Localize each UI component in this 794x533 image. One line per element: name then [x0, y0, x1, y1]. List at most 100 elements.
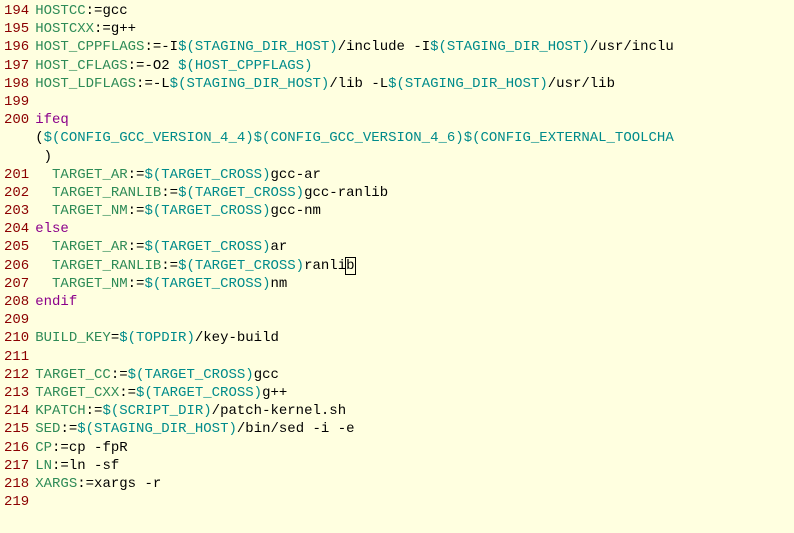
token: -O2: [144, 58, 178, 74]
line-number: 211: [4, 348, 29, 366]
token: gcc-nm: [271, 203, 321, 219]
code-line[interactable]: SED:=$(STAGING_DIR_HOST)/bin/sed -i -e: [35, 420, 794, 438]
token: /lib -L: [329, 76, 388, 92]
token: $(SCRIPT_DIR): [102, 403, 211, 419]
token: $(STAGING_DIR_HOST): [77, 421, 237, 437]
token: [35, 276, 52, 292]
code-content[interactable]: HOSTCC:=gccHOSTCXX:=g++HOST_CPPFLAGS:=-I…: [35, 0, 794, 513]
line-number: 197: [4, 57, 29, 75]
token: -I: [161, 39, 178, 55]
code-line[interactable]: TARGET_CXX:=$(TARGET_CROSS)g++: [35, 384, 794, 402]
token: gcc: [254, 367, 279, 383]
token: g++: [262, 385, 287, 401]
line-number: 194: [4, 2, 29, 20]
code-line[interactable]: ($(CONFIG_GCC_VERSION_4_4)$(CONFIG_GCC_V…: [35, 129, 794, 147]
token: $(STAGING_DIR_HOST): [430, 39, 590, 55]
code-line[interactable]: TARGET_RANLIB:=$(TARGET_CROSS)ranlib: [35, 257, 794, 275]
token: :=: [136, 76, 153, 92]
token: /patch-kernel.sh: [212, 403, 346, 419]
token: /key-build: [195, 330, 279, 346]
token: TARGET_CXX: [35, 385, 119, 401]
token: :=: [144, 39, 161, 55]
code-line[interactable]: HOSTCXX:=g++: [35, 20, 794, 38]
line-number: 216: [4, 439, 29, 457]
code-line[interactable]: HOSTCC:=gcc: [35, 2, 794, 20]
line-number: 199: [4, 93, 29, 111]
token: :=: [94, 21, 111, 37]
code-line[interactable]: TARGET_NM:=$(TARGET_CROSS)gcc-nm: [35, 202, 794, 220]
token: $(TARGET_CROSS): [178, 258, 304, 274]
line-number: 212: [4, 366, 29, 384]
token: $(TARGET_CROSS): [144, 276, 270, 292]
code-editor[interactable]: 194195196197198199200 201202203204205206…: [0, 0, 794, 513]
token: :=: [119, 385, 136, 401]
line-number: 201: [4, 166, 29, 184]
line-number: 207: [4, 275, 29, 293]
token: :=: [128, 167, 145, 183]
code-line[interactable]: TARGET_NM:=$(TARGET_CROSS)nm: [35, 275, 794, 293]
token: /bin/sed -i -e: [237, 421, 355, 437]
line-number: 210: [4, 329, 29, 347]
code-line[interactable]: ifeq: [35, 111, 794, 129]
line-number: [4, 148, 29, 166]
code-line[interactable]: XARGS:=xargs -r: [35, 475, 794, 493]
line-number: [4, 129, 29, 147]
code-line[interactable]: BUILD_KEY=$(TOPDIR)/key-build: [35, 329, 794, 347]
token: :=: [161, 185, 178, 201]
code-line[interactable]: [35, 311, 794, 329]
token: nm: [271, 276, 288, 292]
token: ranli: [304, 258, 346, 274]
token: /usr/inclu: [590, 39, 674, 55]
code-line[interactable]: TARGET_AR:=$(TARGET_CROSS)gcc-ar: [35, 166, 794, 184]
token: else: [35, 221, 69, 237]
token: =: [111, 330, 119, 346]
line-number: 196: [4, 38, 29, 56]
token: TARGET_RANLIB: [52, 258, 161, 274]
code-line[interactable]: ): [35, 148, 794, 166]
code-line[interactable]: TARGET_CC:=$(TARGET_CROSS)gcc: [35, 366, 794, 384]
code-line[interactable]: HOST_CFLAGS:=-O2 $(HOST_CPPFLAGS): [35, 57, 794, 75]
line-number: 205: [4, 238, 29, 256]
token: [35, 185, 52, 201]
token: endif: [35, 294, 77, 310]
token: [35, 203, 52, 219]
line-number: 206: [4, 257, 29, 275]
token: TARGET_AR: [52, 167, 128, 183]
token: /include -I: [338, 39, 430, 55]
token: $(CONFIG_GCC_VERSION_4_4)$(CONFIG_GCC_VE…: [44, 130, 674, 146]
token: $(HOST_CPPFLAGS): [178, 58, 312, 74]
token: gcc: [102, 3, 127, 19]
token: $(STAGING_DIR_HOST): [388, 76, 548, 92]
token: LN: [35, 458, 52, 474]
code-line[interactable]: HOST_CPPFLAGS:=-I$(STAGING_DIR_HOST)/inc…: [35, 38, 794, 56]
code-line[interactable]: LN:=ln -sf: [35, 457, 794, 475]
code-line[interactable]: endif: [35, 293, 794, 311]
code-line[interactable]: [35, 93, 794, 111]
code-line[interactable]: TARGET_RANLIB:=$(TARGET_CROSS)gcc-ranlib: [35, 184, 794, 202]
token: :=: [86, 403, 103, 419]
token: cp -fpR: [69, 440, 128, 456]
token: :=: [60, 421, 77, 437]
token: $(TARGET_CROSS): [128, 367, 254, 383]
token: $(STAGING_DIR_HOST): [178, 39, 338, 55]
token: :=: [128, 239, 145, 255]
token: HOST_CPPFLAGS: [35, 39, 144, 55]
token: $(TARGET_CROSS): [136, 385, 262, 401]
line-number: 195: [4, 20, 29, 38]
code-line[interactable]: [35, 493, 794, 511]
token: [35, 258, 52, 274]
token: HOSTCC: [35, 3, 85, 19]
line-number: 200: [4, 111, 29, 129]
token: KPATCH: [35, 403, 85, 419]
code-line[interactable]: HOST_LDFLAGS:=-L$(STAGING_DIR_HOST)/lib …: [35, 75, 794, 93]
token: CP: [35, 440, 52, 456]
line-number: 217: [4, 457, 29, 475]
token: xargs -r: [94, 476, 161, 492]
code-line[interactable]: else: [35, 220, 794, 238]
token: -L: [153, 76, 170, 92]
code-line[interactable]: CP:=cp -fpR: [35, 439, 794, 457]
code-line[interactable]: [35, 348, 794, 366]
code-line[interactable]: TARGET_AR:=$(TARGET_CROSS)ar: [35, 238, 794, 256]
token: :=: [77, 476, 94, 492]
code-line[interactable]: KPATCH:=$(SCRIPT_DIR)/patch-kernel.sh: [35, 402, 794, 420]
